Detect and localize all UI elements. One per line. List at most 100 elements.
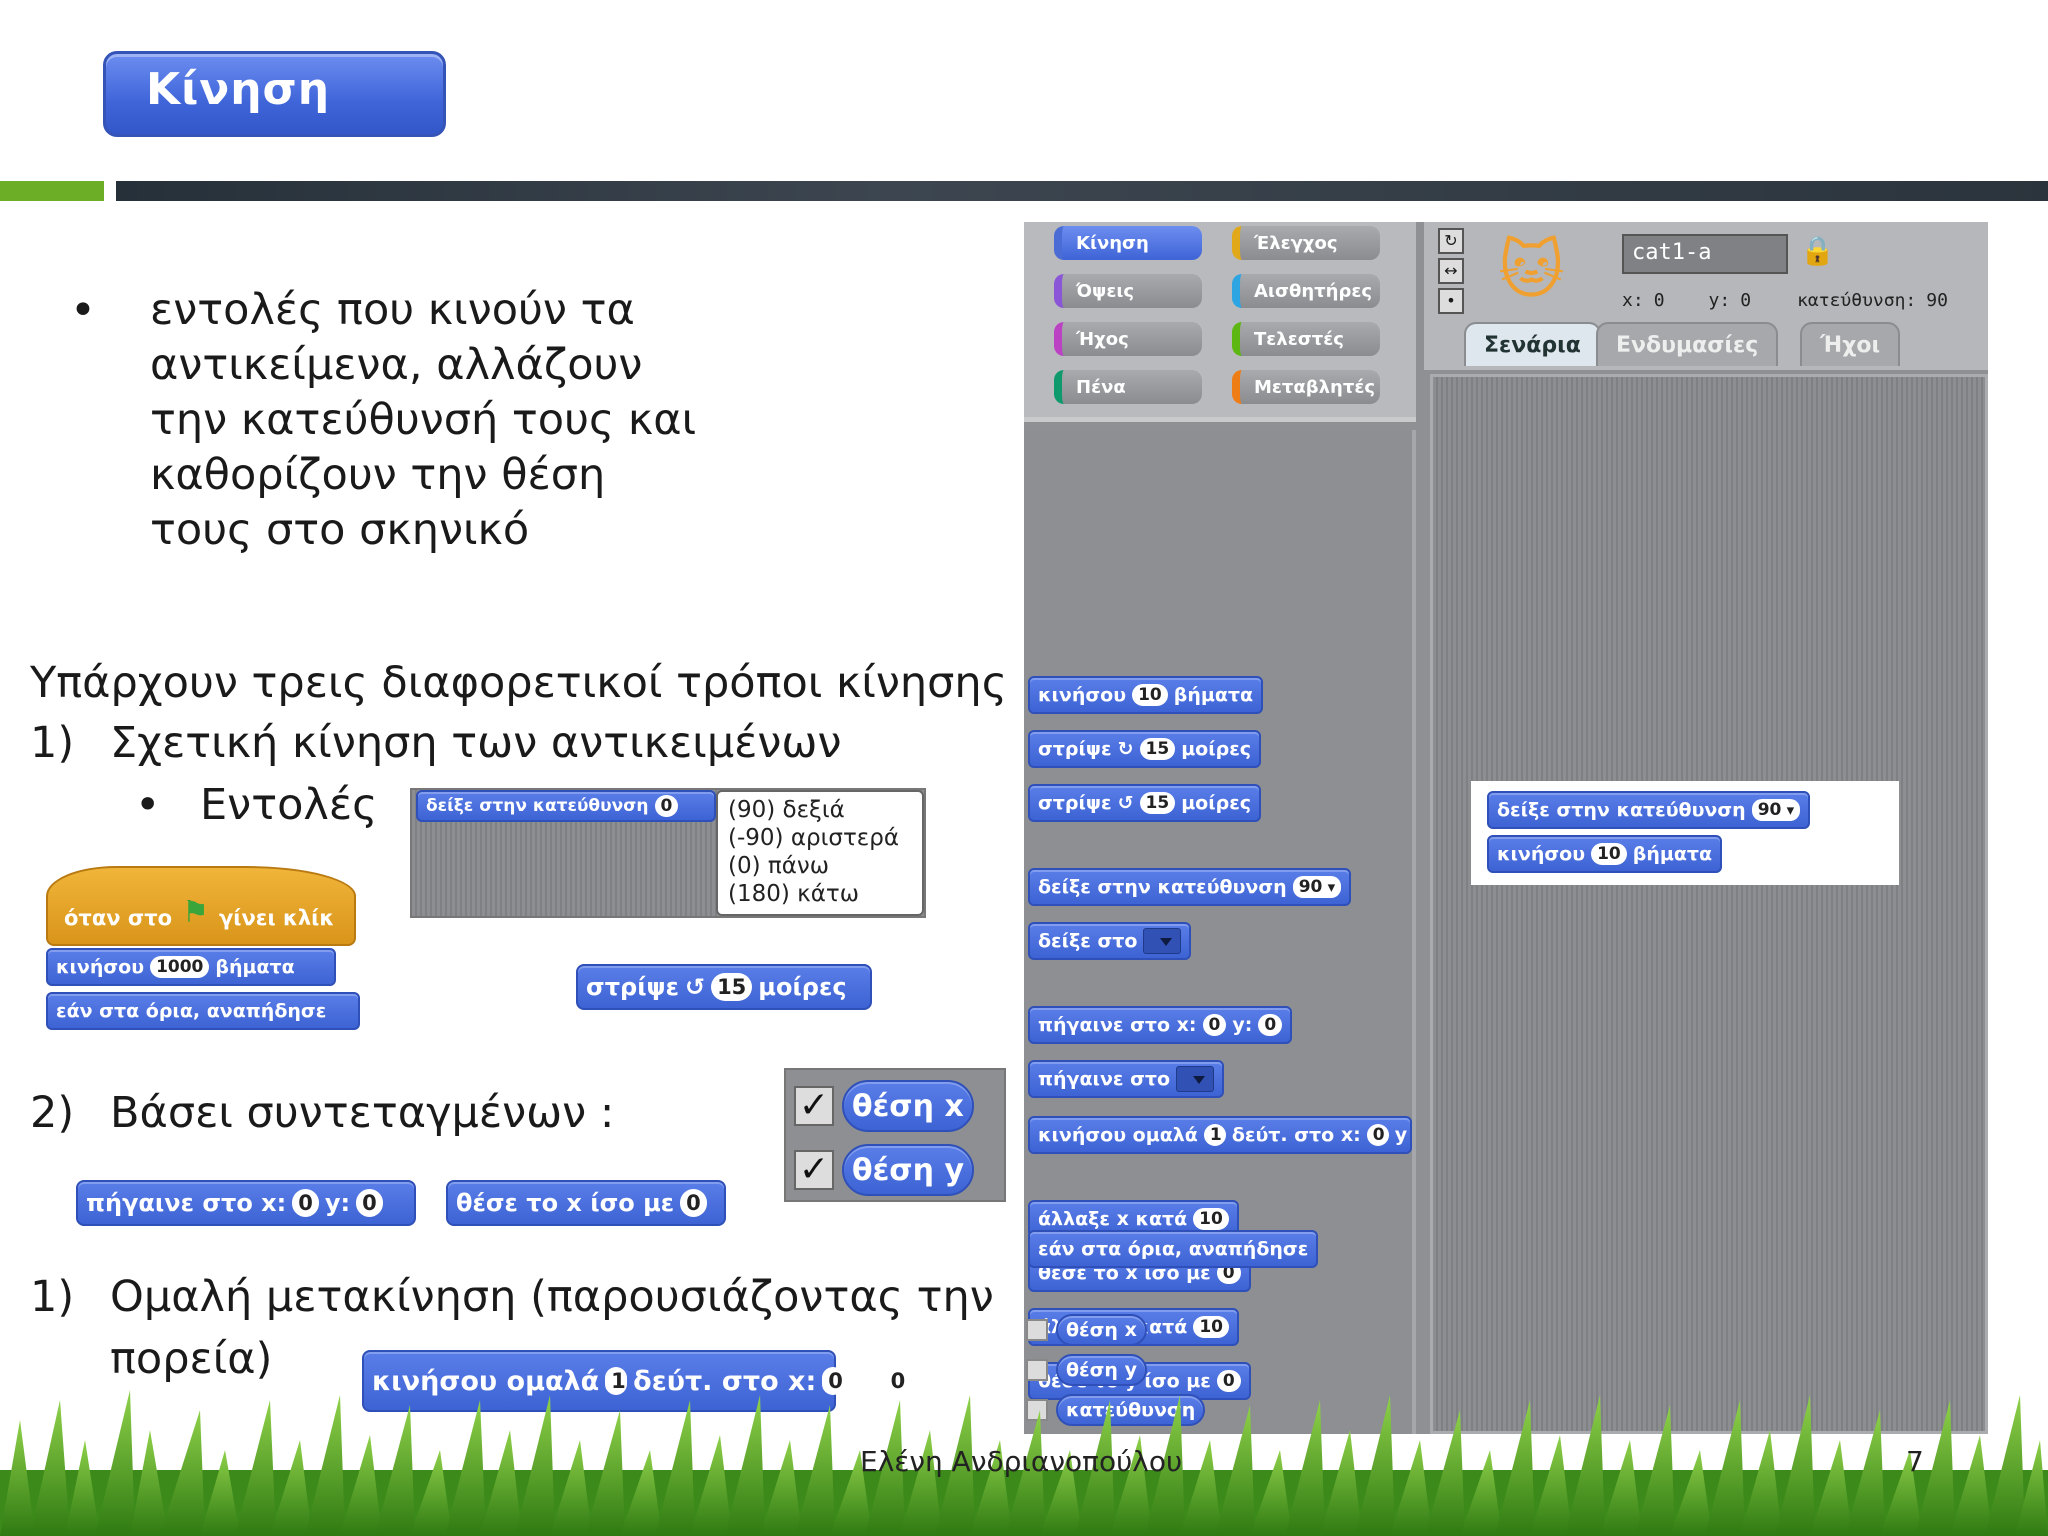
direction-option[interactable]: (-90) αριστερά [728, 824, 912, 852]
rotate-style-icon[interactable]: ↻ [1438, 228, 1464, 254]
label: άλλαξε x κατά [1038, 1208, 1188, 1230]
label: κινήσου ομαλά [1038, 1124, 1198, 1146]
chevron-down-icon[interactable] [1143, 928, 1182, 954]
bounce-block[interactable]: εάν στα όρια, αναπήδησε [46, 992, 360, 1030]
category-variables[interactable]: Μεταβλητές [1232, 370, 1380, 404]
sprite-name-field[interactable]: cat1-a [1622, 234, 1788, 274]
label: δεύτ. στο x: [1231, 1124, 1361, 1146]
value[interactable]: 1 [1203, 1124, 1226, 1146]
value-dropdown[interactable]: 90 [1292, 876, 1342, 898]
chevron-down-icon[interactable] [1176, 1066, 1215, 1092]
category-control[interactable]: Έλεγχος [1232, 226, 1380, 260]
tab-costumes[interactable]: Ενδυμασίες [1596, 322, 1779, 366]
palette-point-towards-block[interactable]: δείξε στο [1028, 922, 1192, 960]
checkbox-checked-icon[interactable]: ✓ [794, 1086, 834, 1126]
direction-value: 90 [1926, 290, 1948, 311]
category-sound[interactable]: Ήχος [1054, 322, 1202, 356]
point-direction-block[interactable]: δείξε στην κατεύθυνση 0 [416, 790, 716, 822]
lock-icon[interactable]: 🔒 [1800, 234, 1835, 267]
hat-label-b: γίνει κλίκ [218, 906, 335, 930]
tab-sounds[interactable]: Ήχοι [1800, 322, 1901, 366]
footer-author: Ελένη Ανδριανοπούλου [860, 1445, 1183, 1478]
posx-reporter[interactable]: θέση x [842, 1080, 974, 1132]
y-value: 0 [1740, 290, 1752, 311]
point-label: δείξε στην κατεύθυνση [426, 796, 649, 816]
turn-label: στρίψε [586, 973, 679, 1001]
move-suffix: βήματα [215, 956, 295, 978]
value[interactable]: 15 [1139, 738, 1176, 760]
value[interactable]: 10 [1193, 1316, 1229, 1338]
goto-label: πήγαινε στο x: [86, 1189, 287, 1217]
goto-xy-block[interactable]: πήγαινε στο x: 0 y: 0 [76, 1180, 416, 1226]
palette-move-block[interactable]: κινήσου 10 βήματα [1028, 676, 1264, 714]
label: στρίψε [1038, 738, 1112, 760]
turn-value[interactable]: 15 [711, 973, 753, 1001]
value[interactable]: 10 [1132, 684, 1168, 706]
tab-scripts[interactable]: Σενάρια [1464, 322, 1601, 366]
direction-options-list[interactable]: (90) δεξιά (-90) αριστερά (0) πάνω (180)… [716, 790, 924, 916]
goto-y-value[interactable]: 0 [356, 1189, 383, 1217]
label: δείξε στην κατεύθυνση [1038, 876, 1287, 898]
category-looks[interactable]: Όψεις [1054, 274, 1202, 308]
reporter-posx[interactable]: θέση x [1056, 1314, 1147, 1346]
item3-text-b: πορεία) [110, 1334, 273, 1384]
slide-title: Κίνηση [103, 51, 446, 137]
scripts-area[interactable]: δείξε στην κατεύθυνση 90 κινήσου 10 βήμα… [1430, 374, 1988, 1434]
category-operators[interactable]: Τελεστές [1232, 322, 1380, 356]
move-label: κινήσου [56, 956, 145, 978]
palette-goto-xy-block[interactable]: πήγαινε στο x: 0 y: 0 [1028, 1006, 1293, 1044]
no-rotate-icon[interactable]: • [1438, 288, 1464, 314]
setx-label: θέσε το x ίσο με [456, 1189, 675, 1217]
checkbox[interactable] [1026, 1319, 1048, 1341]
value[interactable]: 10 [1193, 1208, 1229, 1230]
value[interactable]: 10 [1591, 843, 1627, 865]
rotate-left-icon: ↺ [684, 973, 706, 1001]
value[interactable]: 0 [1202, 1014, 1227, 1036]
value[interactable]: 15 [1139, 792, 1176, 814]
flip-style-icon[interactable]: ↔ [1438, 258, 1464, 284]
green-flag-icon: ⚑ [182, 895, 209, 930]
item2-number: 2) [30, 1088, 75, 1138]
bullet-text: εντολές που κινούν τα αντικείμενα, αλλάζ… [150, 285, 697, 555]
x-label: x: [1622, 290, 1644, 311]
move-value[interactable]: 1000 [150, 956, 210, 978]
item3-number: 1) [30, 1272, 75, 1322]
palette-bounce-block[interactable]: εάν στα όρια, αναπήδησε [1028, 1230, 1319, 1268]
value[interactable]: 0 [1258, 1014, 1283, 1036]
rotate-left-icon: ↺ [1117, 792, 1134, 814]
palette-point-direction-block[interactable]: δείξε στην κατεύθυνση 90 [1028, 868, 1352, 906]
label: κινήσου [1497, 843, 1586, 865]
label: κινήσου [1038, 684, 1127, 706]
palette-goto-block[interactable]: πήγαινε στο [1028, 1060, 1225, 1098]
category-motion[interactable]: Κίνηση [1054, 226, 1202, 260]
category-sensing[interactable]: Αισθητήρες [1232, 274, 1380, 308]
hat-label-a: όταν στο [64, 906, 173, 930]
direction-option[interactable]: (0) πάνω [728, 852, 912, 880]
hat-block-green-flag[interactable]: όταν στο ⚑ γίνει κλίκ [46, 866, 356, 946]
label: δείξε στο [1038, 930, 1138, 952]
direction-popup-screenshot: δείξε στην κατεύθυνση 0 (90) δεξιά (-90)… [410, 788, 926, 918]
setx-value[interactable]: 0 [680, 1189, 707, 1217]
palette-glide-block[interactable]: κινήσου ομαλά 1 δεύτ. στο x: 0 y [1028, 1116, 1412, 1154]
script-point-direction-block[interactable]: δείξε στην κατεύθυνση 90 [1487, 791, 1811, 829]
script-move-block[interactable]: κινήσου 10 βήματα [1487, 835, 1723, 873]
value-dropdown[interactable]: 90 [1751, 799, 1801, 821]
turn-left-block[interactable]: στρίψε ↺ 15 μοίρες [576, 964, 872, 1010]
checkbox[interactable] [1026, 1359, 1048, 1381]
palette-turn-right-block[interactable]: στρίψε ↻ 15 μοίρες [1028, 730, 1262, 768]
checkbox-checked-icon[interactable]: ✓ [794, 1150, 834, 1190]
sprite-coordinates: x: 0 y: 0 κατεύθυνση: 90 [1622, 290, 1948, 311]
direction-option[interactable]: (180) κάτω [728, 880, 912, 908]
posy-reporter[interactable]: θέση y [842, 1144, 975, 1196]
point-value[interactable]: 0 [654, 795, 679, 817]
y-label: y: [1708, 290, 1731, 311]
goto-x-value[interactable]: 0 [292, 1189, 319, 1217]
category-pen[interactable]: Πένα [1054, 370, 1202, 404]
value[interactable]: 0 [1366, 1124, 1389, 1146]
set-x-block[interactable]: θέσε το x ίσο με 0 [446, 1180, 726, 1226]
palette-turn-left-block[interactable]: στρίψε ↺ 15 μοίρες [1028, 784, 1262, 822]
title-rule-dark [116, 181, 2048, 201]
move-block[interactable]: κινήσου 1000 βήματα [46, 948, 336, 986]
direction-option[interactable]: (90) δεξιά [728, 796, 912, 824]
label: y [1394, 1124, 1408, 1146]
